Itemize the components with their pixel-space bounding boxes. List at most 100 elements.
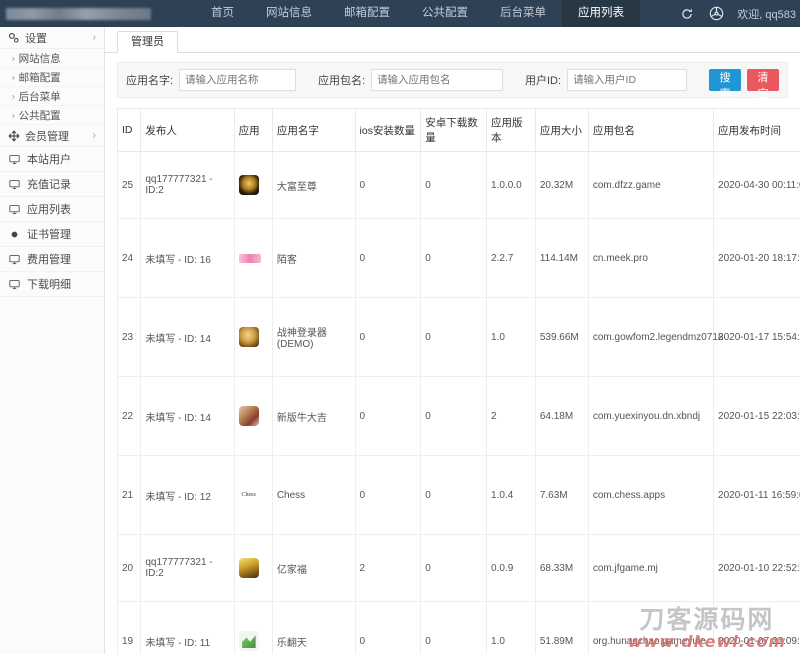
cell-publisher: qq177777321 - ID:2 <box>141 535 234 602</box>
brand-logo-redacted <box>6 8 151 20</box>
cell-publish-time: 2020-01-17 15:54:15 <box>714 298 800 377</box>
app-icon-wrapper <box>239 558 268 578</box>
cell-ios-installs: 0 <box>355 219 421 298</box>
sidebar-subitem-label: 网站信息 <box>19 51 61 66</box>
sidebar-subitem-label: 后台菜单 <box>19 89 61 104</box>
cell-publisher: 未填写 - ID: 14 <box>141 298 234 377</box>
sidebar-item-label: 下载明细 <box>27 276 71 292</box>
cell-android-downloads: 0 <box>421 219 487 298</box>
sidebar-group-1[interactable]: 会员管理› <box>0 125 104 147</box>
table-header-row: ID发布人应用应用名字ios安装数量安卓下载数量应用版本应用大小应用包名应用发布… <box>118 109 800 152</box>
gears-icon <box>7 32 21 44</box>
table-row: 23未填写 - ID: 14战神登录器(DEMO)001.0539.66Mcom… <box>118 298 800 377</box>
brand-logo[interactable] <box>0 0 195 27</box>
refresh-icon[interactable] <box>679 6 695 22</box>
cell-publish-time: 2020-01-15 22:03:57 <box>714 377 800 456</box>
cell-ios-installs: 0 <box>355 602 421 654</box>
sidebar-subitem-0-1[interactable]: ›邮箱配置 <box>0 68 104 87</box>
table-header-cell-9: 应用发布时间 <box>714 109 800 152</box>
cell-package: cn.meek.pro <box>588 219 713 298</box>
circle-icon <box>7 229 22 240</box>
app-icon-yijiafu <box>239 558 259 578</box>
sidebar-item-0[interactable]: 本站用户 <box>0 147 104 172</box>
cell-size: 20.32M <box>535 152 588 219</box>
monitor-icon <box>7 179 22 190</box>
cell-version: 2.2.7 <box>487 219 536 298</box>
app-icon-chess: Chess <box>239 485 259 505</box>
welcome-text: 欢迎, qq583 <box>737 6 796 22</box>
nav-item-5[interactable]: 应用列表 <box>562 0 640 27</box>
cell-android-downloads: 0 <box>421 377 487 456</box>
nav-item-0[interactable]: 首页 <box>195 0 250 27</box>
cell-app-icon: Chess <box>234 456 272 535</box>
table-row: 21未填写 - ID: 12ChessChess001.0.47.63Mcom.… <box>118 456 800 535</box>
content-area: 管理员 应用名字: 应用包名: 用户ID: 搜索 清空 ID发布人应用应用名字i… <box>105 27 800 654</box>
cell-id: 24 <box>118 219 141 298</box>
cell-publish-time: 2020-01-07 22:09:38 <box>714 602 800 654</box>
cell-android-downloads: 0 <box>421 535 487 602</box>
monitor-icon <box>7 154 22 165</box>
package-name-input[interactable] <box>371 69 503 91</box>
sidebar-item-2[interactable]: 应用列表 <box>0 197 104 222</box>
sidebar-item-label: 证书管理 <box>27 226 71 242</box>
nav-item-4[interactable]: 后台菜单 <box>484 0 562 27</box>
sidebar-group-0[interactable]: 设置› <box>0 27 104 49</box>
sidebar-item-3[interactable]: 证书管理 <box>0 222 104 247</box>
cell-app-icon <box>234 535 272 602</box>
cell-id: 21 <box>118 456 141 535</box>
table-header-cell-2: 应用 <box>234 109 272 152</box>
sidebar-subitem-0-0[interactable]: ›网站信息 <box>0 49 104 68</box>
clear-button[interactable]: 清空 <box>747 69 779 91</box>
cell-app-icon <box>234 219 272 298</box>
cell-publisher: 未填写 - ID: 16 <box>141 219 234 298</box>
cell-android-downloads: 0 <box>421 298 487 377</box>
user-id-label: 用户ID: <box>525 72 561 88</box>
cell-app-icon <box>234 602 272 654</box>
app-icon-meek <box>239 254 261 263</box>
table-header-cell-8: 应用包名 <box>588 109 713 152</box>
table-body: 25qq177777321 - ID:2大富至尊001.0.0.020.32Mc… <box>118 152 800 654</box>
cell-app-icon <box>234 152 272 219</box>
chevron-right-icon: › <box>93 32 96 43</box>
cell-ios-installs: 0 <box>355 456 421 535</box>
monitor-icon <box>7 204 22 215</box>
nav-item-3[interactable]: 公共配置 <box>406 0 484 27</box>
user-avatar-icon[interactable] <box>708 6 724 22</box>
table-head: ID发布人应用应用名字ios安装数量安卓下载数量应用版本应用大小应用包名应用发布… <box>118 109 800 152</box>
chevron-small-icon: › <box>12 92 15 101</box>
monitor-icon <box>7 279 22 290</box>
package-name-label: 应用包名: <box>318 72 365 88</box>
app-list-table: ID发布人应用应用名字ios安装数量安卓下载数量应用版本应用大小应用包名应用发布… <box>117 108 800 654</box>
sidebar-item-1[interactable]: 充值记录 <box>0 172 104 197</box>
tab-admin[interactable]: 管理员 <box>117 31 178 53</box>
filter-bar: 应用名字: 应用包名: 用户ID: 搜索 清空 <box>117 62 788 98</box>
cell-publish-time: 2020-04-30 00:11:09 <box>714 152 800 219</box>
user-id-input[interactable] <box>567 69 687 91</box>
sidebar-subitem-label: 邮箱配置 <box>19 70 61 85</box>
app-icon-legend <box>239 327 259 347</box>
sidebar-subitem-0-3[interactable]: ›公共配置 <box>0 106 104 125</box>
cell-id: 22 <box>118 377 141 456</box>
cell-android-downloads: 0 <box>421 456 487 535</box>
sidebar-item-4[interactable]: 费用管理 <box>0 247 104 272</box>
table-header-cell-7: 应用大小 <box>535 109 588 152</box>
cell-app-icon <box>234 298 272 377</box>
chevron-small-icon: › <box>12 111 15 120</box>
cell-app-name: 大富至尊 <box>272 152 355 219</box>
nav-item-2[interactable]: 邮箱配置 <box>328 0 406 27</box>
cell-version: 2 <box>487 377 536 456</box>
cell-size: 64.18M <box>535 377 588 456</box>
search-button[interactable]: 搜索 <box>709 69 741 91</box>
app-icon-wrapper <box>239 327 268 347</box>
chevron-right-icon: › <box>93 130 96 141</box>
cell-id: 23 <box>118 298 141 377</box>
nav-item-1[interactable]: 网站信息 <box>250 0 328 27</box>
cell-app-name: 新版牛大吉 <box>272 377 355 456</box>
sidebar-subitem-0-2[interactable]: › 后台菜单 <box>0 87 104 106</box>
app-name-input[interactable] <box>179 69 296 91</box>
cell-package: com.gowfom2.legendmz0718 <box>588 298 713 377</box>
cell-size: 68.33M <box>535 535 588 602</box>
sidebar-item-5[interactable]: 下载明细 <box>0 272 104 297</box>
cell-id: 20 <box>118 535 141 602</box>
app-icon-wrapper <box>239 175 268 195</box>
